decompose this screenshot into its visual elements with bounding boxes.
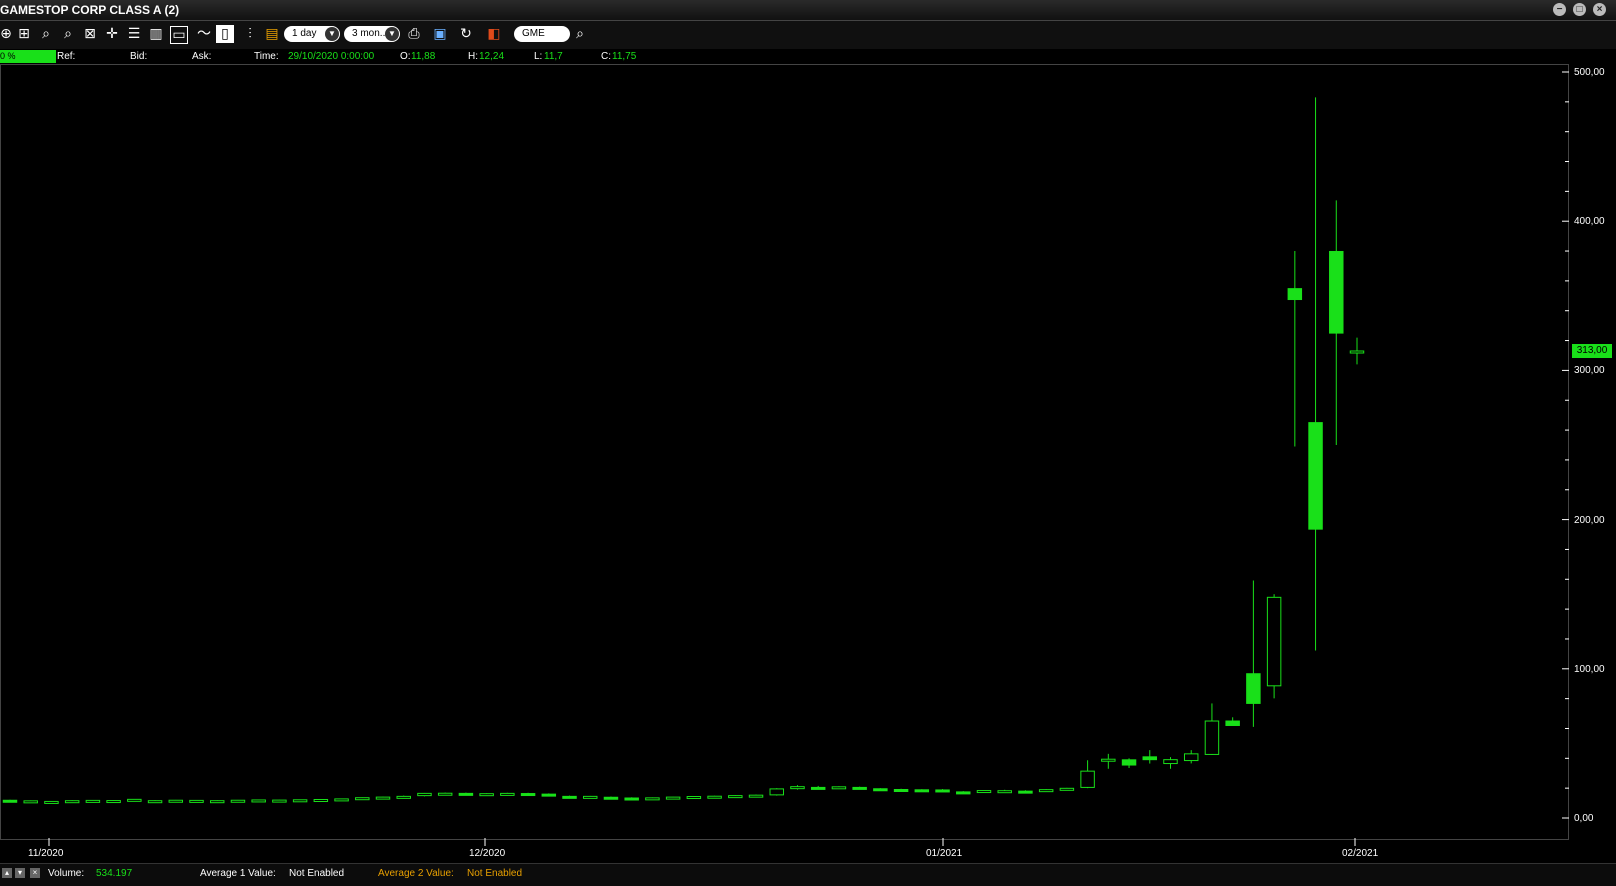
- range-select[interactable]: 3 mon.. ▼: [344, 26, 400, 42]
- ask-label: Ask:: [192, 51, 212, 62]
- bars-icon[interactable]: ⫶: [240, 24, 260, 44]
- maximize-button[interactable]: □: [1573, 3, 1586, 16]
- volume-label: Volume:: [48, 868, 85, 879]
- quote-info-bar: 0 % Ref: Bid: Ask: Time: 29/10/2020 0:00…: [0, 49, 1616, 64]
- zoom-in-alt-icon[interactable]: ⌕: [36, 24, 56, 44]
- line-chart-icon[interactable]: 〜: [194, 24, 214, 44]
- volume-value: 534.197: [96, 868, 133, 879]
- symbol-input[interactable]: GME: [514, 26, 570, 42]
- zoom-fit-icon[interactable]: ⊞: [14, 24, 34, 44]
- close-icon[interactable]: ×: [30, 868, 40, 878]
- chevron-down-icon: ▼: [385, 27, 399, 41]
- search-icon[interactable]: ⌕: [570, 24, 590, 44]
- collapse-icon[interactable]: ▴: [2, 868, 12, 878]
- close-value: 11,75: [612, 51, 637, 62]
- x-tick-label: 11/2020: [28, 848, 64, 859]
- y-tick-label: 0,00: [1574, 813, 1594, 824]
- print-icon[interactable]: ⎙: [404, 24, 424, 44]
- open-label: O:: [400, 51, 411, 62]
- interval-value: 1 day: [292, 28, 317, 39]
- bid-label: Bid:: [130, 51, 148, 62]
- color-icon[interactable]: ◧: [484, 24, 504, 44]
- close-button[interactable]: ×: [1593, 3, 1606, 16]
- y-tick-label: 500,00: [1574, 67, 1605, 78]
- chevron-down-icon: ▼: [325, 27, 339, 41]
- average2-label: Average 2 Value:: [378, 868, 454, 879]
- open-value: 11,88: [411, 51, 436, 62]
- high-value: 12,24: [479, 51, 505, 62]
- list-icon[interactable]: ☰: [124, 24, 144, 44]
- x-tick-label: 01/2021: [926, 848, 963, 859]
- x-tick-label: 02/2021: [1342, 848, 1379, 859]
- average2-value: Not Enabled: [467, 868, 523, 879]
- x-tick-label: 12/2020: [469, 848, 506, 859]
- y-tick-label: 100,00: [1574, 664, 1605, 675]
- range-value: 3 mon..: [352, 28, 386, 39]
- minimize-button[interactable]: −: [1553, 3, 1566, 16]
- symbol-value: GME: [522, 28, 545, 39]
- zoom-reset-icon[interactable]: ⊠: [80, 24, 100, 44]
- settings-icon[interactable]: ▤: [262, 24, 282, 44]
- window-icon[interactable]: ▭: [170, 26, 188, 44]
- crosshair-icon[interactable]: ✛: [102, 24, 122, 44]
- average1-label: Average 1 Value:: [200, 868, 276, 879]
- y-tick-label: 200,00: [1574, 515, 1605, 526]
- average1-value: Not Enabled: [289, 868, 345, 879]
- title-bar: GAMESTOP CORP CLASS A (2) − □ ×: [0, 0, 1616, 21]
- close-label: C:: [601, 51, 611, 62]
- time-label: Time:: [254, 51, 279, 62]
- indicator-bar: ▴ ▾ × Volume: 534.197 Average 1 Value: N…: [0, 863, 1616, 886]
- chevron-down-icon[interactable]: ▾: [15, 868, 25, 878]
- low-label: L:: [534, 51, 543, 62]
- ref-label: Ref:: [57, 51, 76, 62]
- window-title: GAMESTOP CORP CLASS A (2): [0, 3, 180, 17]
- chart-toolbar: ⊕ ⊞ ⌕ ⌕ ⊠ ✛ ☰ ▥ ▭ 〜 ▯ ⫶ ▤ 1 day ▼ 3 mon.…: [0, 21, 1616, 49]
- save-icon[interactable]: ▣: [430, 24, 450, 44]
- low-value: 11,7: [544, 51, 563, 62]
- y-tick-label: 400,00: [1574, 216, 1605, 227]
- refresh-icon[interactable]: ↻: [456, 24, 476, 44]
- last-price-badge: 313,00: [1572, 344, 1612, 358]
- change-percent: 0 %: [0, 50, 56, 63]
- plot-area[interactable]: [0, 64, 1569, 840]
- y-tick-label: 300,00: [1574, 365, 1605, 376]
- grid-icon[interactable]: ▥: [146, 24, 166, 44]
- zoom-out-icon[interactable]: ⌕: [58, 24, 78, 44]
- time-value: 29/10/2020 0:00:00: [288, 51, 375, 62]
- high-label: H:: [468, 51, 478, 62]
- interval-select[interactable]: 1 day ▼: [284, 26, 340, 42]
- candlestick-icon[interactable]: ▯: [216, 25, 234, 43]
